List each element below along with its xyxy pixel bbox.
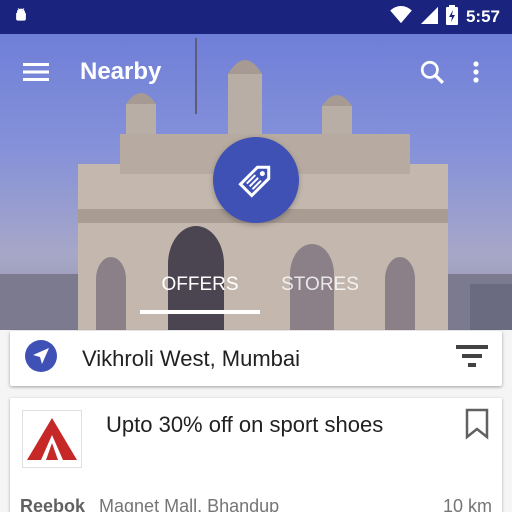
navigation-arrow-icon[interactable] [24, 339, 58, 378]
more-vert-icon[interactable] [454, 50, 498, 94]
wifi-icon [390, 5, 412, 29]
offer-brand: Reebok [20, 496, 86, 512]
offer-meta: Reebok Magnet Mall, Bhandup 10 km [20, 496, 492, 512]
offer-card[interactable]: Upto 30% off on sport shoes Reebok Magne… [10, 398, 502, 512]
filter-icon[interactable] [456, 343, 488, 374]
app-toolbar: Nearby [0, 34, 512, 110]
location-text: Vikhroli West, Mumbai [82, 345, 301, 371]
status-bar: 5:57 [0, 0, 512, 34]
status-time: 5:57 [465, 7, 500, 26]
bookmark-icon[interactable] [464, 408, 490, 445]
page-title: Nearby [80, 58, 162, 85]
tab-indicator [140, 310, 260, 314]
offer-title: Upto 30% off on sport shoes [106, 412, 384, 437]
search-icon[interactable] [410, 50, 454, 94]
android-icon [12, 6, 30, 29]
reebok-logo [22, 410, 82, 468]
location-bar[interactable]: Vikhroli West, Mumbai [10, 331, 502, 386]
menu-icon[interactable] [14, 50, 58, 94]
battery-icon [445, 4, 458, 30]
signal-icon [420, 6, 438, 29]
tab-offers[interactable]: OFFERS [140, 270, 260, 314]
offer-distance: 10 km [442, 496, 492, 512]
tab-stores[interactable]: STORES [260, 270, 380, 314]
tag-icon [213, 137, 299, 223]
tab-bar: OFFERS STORES [140, 270, 380, 314]
offer-place: Magnet Mall, Bhandup [99, 496, 280, 512]
